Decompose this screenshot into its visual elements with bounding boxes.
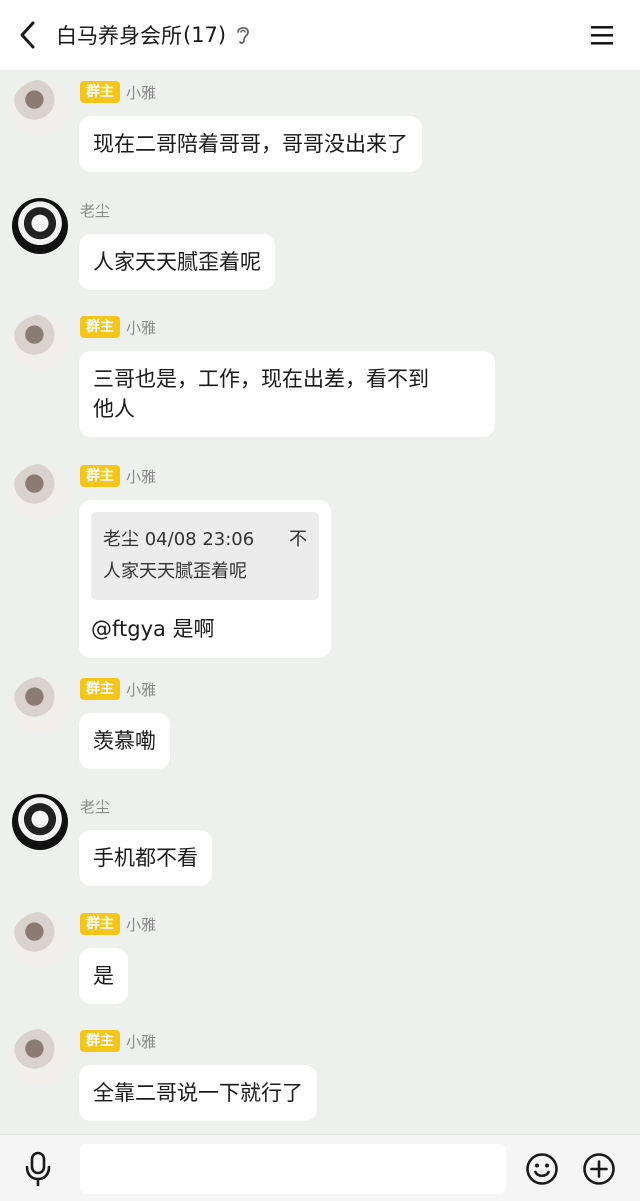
message-bubble[interactable]: 三哥也是，工作，现在出差，看不到 他人: [79, 351, 495, 437]
message-input[interactable]: [80, 1144, 506, 1194]
ear-icon: [236, 25, 250, 45]
menu-icon: [591, 26, 613, 45]
avatar[interactable]: [12, 1029, 68, 1085]
avatar[interactable]: [12, 912, 68, 968]
message-bubble[interactable]: 现在二哥陪着哥哥，哥哥没出来了: [79, 116, 422, 172]
sender-name: 小雅: [126, 680, 157, 699]
avatar[interactable]: [12, 464, 68, 520]
menu-button[interactable]: [588, 21, 616, 49]
message-bubble[interactable]: 全靠二哥说一下就行了: [79, 1065, 317, 1121]
voice-button[interactable]: [22, 1151, 54, 1187]
sender-name: 小雅: [126, 1032, 157, 1051]
member-count: (17): [183, 23, 227, 47]
message-text: 羡慕嘞: [93, 729, 156, 753]
sender-name: 小雅: [126, 318, 157, 337]
avatar[interactable]: [12, 677, 68, 733]
microphone-icon: [25, 1151, 51, 1187]
avatar[interactable]: [12, 80, 68, 136]
message-text-line: 他人: [93, 397, 135, 421]
quote-text: 人家天天腻歪着呢: [103, 561, 247, 582]
message-bubble[interactable]: 老尘 04/08 23:06 不 人家天天腻歪着呢 @ftgya 是啊: [79, 500, 331, 658]
chat-title: 白马养身会所 (17): [56, 20, 250, 50]
emoji-button[interactable]: [525, 1152, 559, 1186]
input-bar: [0, 1134, 640, 1201]
message-text: 全靠二哥说一下就行了: [93, 1081, 303, 1105]
owner-badge: 群主: [80, 1030, 120, 1052]
chat-header: 白马养身会所 (17): [0, 0, 640, 70]
message-text: 现在二哥陪着哥哥，哥哥没出来了: [93, 132, 408, 156]
message-list[interactable]: 群主 小雅 现在二哥陪着哥哥，哥哥没出来了 老尘 人家天天腻歪着呢 群主 小雅 …: [0, 70, 640, 1134]
message-text: 人家天天腻歪着呢: [93, 250, 261, 274]
message-bubble[interactable]: 羡慕嘞: [79, 713, 170, 769]
plus-icon: [583, 1153, 615, 1185]
avatar[interactable]: [12, 198, 68, 254]
group-name: 白马养身会所: [56, 24, 182, 48]
owner-badge: 群主: [80, 316, 120, 338]
owner-badge: 群主: [80, 678, 120, 700]
sender-name: 小雅: [126, 915, 157, 934]
message-text-line: 三哥也是，工作，现在出差，看不到: [93, 367, 429, 391]
avatar[interactable]: [12, 315, 68, 371]
quote-flag: 不: [289, 529, 307, 550]
message-bubble[interactable]: 手机都不看: [79, 830, 212, 886]
avatar[interactable]: [12, 794, 68, 850]
sender-name: 老尘: [80, 797, 111, 816]
message-text: 是: [93, 964, 114, 988]
quote-author: 老尘 04/08 23:06: [103, 529, 255, 550]
owner-badge: 群主: [80, 465, 120, 487]
owner-badge: 群主: [80, 913, 120, 935]
sender-name: 小雅: [126, 467, 157, 486]
emoji-icon: [526, 1153, 558, 1185]
sender-name: 小雅: [126, 83, 157, 102]
sender-name: 老尘: [80, 201, 111, 220]
message-bubble[interactable]: 是: [79, 948, 128, 1004]
quoted-message[interactable]: 老尘 04/08 23:06 不 人家天天腻歪着呢: [91, 512, 319, 600]
message-text: @ftgya 是啊: [91, 617, 215, 641]
back-button[interactable]: [0, 0, 56, 70]
message-bubble[interactable]: 人家天天腻歪着呢: [79, 234, 275, 290]
message-text: 手机都不看: [93, 846, 198, 870]
back-chevron-icon: [20, 21, 35, 49]
owner-badge: 群主: [80, 81, 120, 103]
more-button[interactable]: [582, 1152, 616, 1186]
